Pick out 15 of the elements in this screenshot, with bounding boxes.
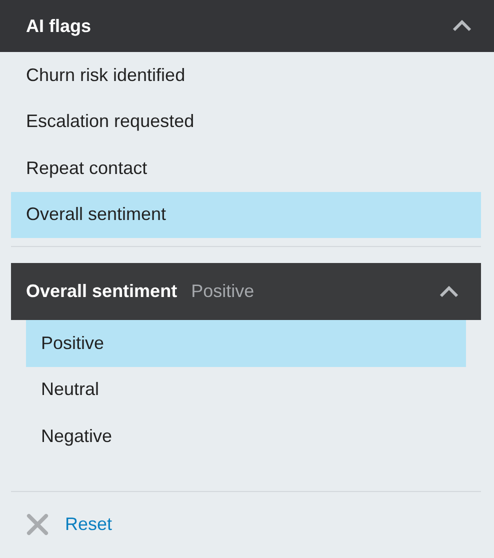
flag-item[interactable]: Escalation requested	[11, 98, 481, 145]
flag-item[interactable]: Overall sentiment	[11, 192, 481, 238]
flag-item[interactable]: Churn risk identified	[11, 52, 481, 98]
flag-item[interactable]: Repeat contact	[11, 145, 481, 192]
sentiment-option[interactable]: Positive	[26, 320, 466, 366]
chevron-icon[interactable]	[439, 286, 459, 298]
sentiment-option[interactable]: Negative	[26, 413, 466, 460]
chevron-icon[interactable]	[452, 20, 472, 32]
reset-link[interactable]: Reset	[65, 514, 112, 534]
section-title: Overall sentiment	[26, 281, 178, 302]
selected-value: Positive	[191, 281, 254, 302]
section-title: AI flags	[26, 16, 92, 36]
sentiment-option[interactable]: Neutral	[26, 366, 466, 413]
section-header[interactable]: Overall sentiment Positive	[11, 263, 481, 320]
section-header[interactable]: AI flags	[0, 0, 494, 52]
